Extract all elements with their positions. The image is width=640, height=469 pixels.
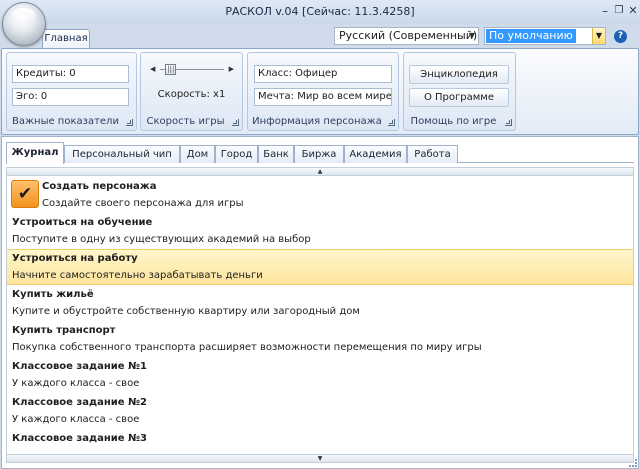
task-description: Создайте своего персонажа для игры bbox=[42, 198, 244, 209]
group-caption: Помощь по игре bbox=[410, 116, 497, 127]
list-item[interactable]: Классовое задание №1 У каждого класса - … bbox=[7, 358, 633, 394]
list-item[interactable]: Устроиться на работу Начните самостоятел… bbox=[7, 249, 633, 285]
close-button[interactable]: ✕ bbox=[626, 4, 640, 18]
restore-button[interactable]: ❐ bbox=[612, 4, 626, 18]
dialog-launcher-icon[interactable] bbox=[232, 119, 239, 126]
list-item[interactable]: Купить жильё Купите и обустройте собстве… bbox=[7, 286, 633, 322]
task-description: Покупка собственного транспорта расширяе… bbox=[12, 342, 482, 353]
class-field: Класс: Офицер bbox=[254, 65, 392, 83]
check-icon: ✔ bbox=[11, 180, 39, 208]
task-description: У каждого класса - свое bbox=[12, 378, 140, 389]
group-caption: Информация персонажа bbox=[252, 116, 382, 127]
tab-home[interactable]: Дом bbox=[180, 145, 215, 163]
help-icon[interactable]: ? bbox=[614, 30, 627, 43]
about-button[interactable]: О Программе bbox=[409, 88, 509, 107]
theme-select-value: По умолчанию bbox=[486, 29, 576, 43]
task-title: Устроиться на обучение bbox=[12, 217, 153, 228]
tab-academy[interactable]: Академия bbox=[344, 145, 407, 163]
task-title: Классовое задание №1 bbox=[12, 361, 147, 372]
tab-personal-chip[interactable]: Персональный чип bbox=[64, 145, 180, 163]
task-list: ▲ ✔ Создать персонажа Создайте своего пе… bbox=[6, 167, 634, 463]
task-title: Создать персонажа bbox=[42, 181, 157, 192]
tab-exchange[interactable]: Биржа bbox=[294, 145, 344, 163]
theme-select[interactable]: По умолчанию ▼ bbox=[484, 27, 606, 45]
tab-journal[interactable]: Журнал bbox=[6, 142, 64, 164]
tab-strip: Журнал Персональный чип Дом Город Банк Б… bbox=[6, 142, 634, 164]
ego-field: Эго: 0 bbox=[12, 88, 129, 106]
scroll-down-button[interactable]: ▼ bbox=[7, 454, 633, 462]
group-caption: Скорость игры bbox=[146, 116, 225, 127]
tab-city[interactable]: Город bbox=[215, 145, 258, 163]
speed-slider[interactable]: ◀ ||| ▶ bbox=[150, 63, 234, 76]
task-title: Купить транспорт bbox=[12, 325, 116, 336]
group-important-stats: Кредиты: 0 Эго: 0 Важные показатели bbox=[6, 52, 137, 131]
list-item[interactable]: Купить транспорт Покупка собственного тр… bbox=[7, 322, 633, 358]
tab-bank[interactable]: Банк bbox=[258, 145, 294, 163]
task-description: У каждого класса - свое bbox=[12, 414, 140, 425]
task-title: Классовое задание №2 bbox=[12, 397, 147, 408]
task-title: Устроиться на работу bbox=[12, 253, 138, 264]
dialog-launcher-icon[interactable] bbox=[505, 119, 512, 126]
list-item[interactable]: Устроиться на обучение Поступите в одну … bbox=[7, 214, 633, 250]
title-bar: РАСКОЛ v.04 [Сейчас: 11.3.4258] – ❐ ✕ bbox=[0, 0, 640, 24]
dream-field: Мечта: Мир во всем мире bbox=[254, 88, 392, 106]
resize-grip-icon[interactable] bbox=[629, 459, 637, 467]
task-title: Купить жильё bbox=[12, 289, 94, 300]
list-item[interactable]: ✔ Создать персонажа Создайте своего перс… bbox=[7, 178, 633, 214]
dialog-launcher-icon[interactable] bbox=[388, 119, 395, 126]
minimize-button[interactable]: – bbox=[598, 4, 612, 18]
window-title: РАСКОЛ v.04 [Сейчас: 11.3.4258] bbox=[225, 5, 415, 18]
list-item[interactable]: Классовое задание №2 У каждого класса - … bbox=[7, 394, 633, 430]
chevron-left-icon[interactable]: ◀ bbox=[150, 63, 155, 76]
speed-label: Скорость: x1 bbox=[157, 89, 226, 100]
slider-thumb[interactable]: ||| bbox=[165, 64, 177, 75]
group-game-help: Энциклопедия О Программе Помощь по игре bbox=[403, 52, 516, 131]
chevron-down-icon: ▼ bbox=[468, 31, 475, 40]
scroll-up-button[interactable]: ▲ bbox=[7, 168, 633, 176]
tab-work[interactable]: Работа bbox=[407, 145, 458, 163]
task-description: Поступите в одну из существующих академи… bbox=[12, 234, 311, 245]
group-game-speed: ◀ ||| ▶ Скорость: x1 Скорость игры bbox=[140, 52, 243, 131]
chevron-right-icon[interactable]: ▶ bbox=[229, 63, 234, 76]
language-select[interactable]: Русский (Современный) ▼ bbox=[334, 27, 479, 45]
language-select-value: Русский (Современный) bbox=[339, 29, 478, 42]
dialog-launcher-icon[interactable] bbox=[126, 119, 133, 126]
chevron-down-icon[interactable]: ▼ bbox=[592, 28, 605, 44]
application-menu-button[interactable] bbox=[2, 2, 46, 46]
task-description: Начните самостоятельно зарабатывать день… bbox=[12, 270, 263, 281]
task-description: Купите и обустройте собственную квартиру… bbox=[12, 306, 360, 317]
ribbon-panel: Кредиты: 0 Эго: 0 Важные показатели ◀ ||… bbox=[1, 48, 639, 135]
credits-field: Кредиты: 0 bbox=[12, 65, 129, 83]
task-title: Классовое задание №3 bbox=[12, 433, 147, 444]
group-character-info: Класс: Офицер Мечта: Мир во всем мире Ин… bbox=[247, 52, 399, 131]
encyclopedia-button[interactable]: Энциклопедия bbox=[409, 65, 509, 84]
main-content: Журнал Персональный чип Дом Город Банк Б… bbox=[1, 136, 639, 469]
ribbon-tab-home[interactable]: Главная bbox=[42, 29, 90, 49]
group-caption: Важные показатели bbox=[12, 116, 119, 127]
